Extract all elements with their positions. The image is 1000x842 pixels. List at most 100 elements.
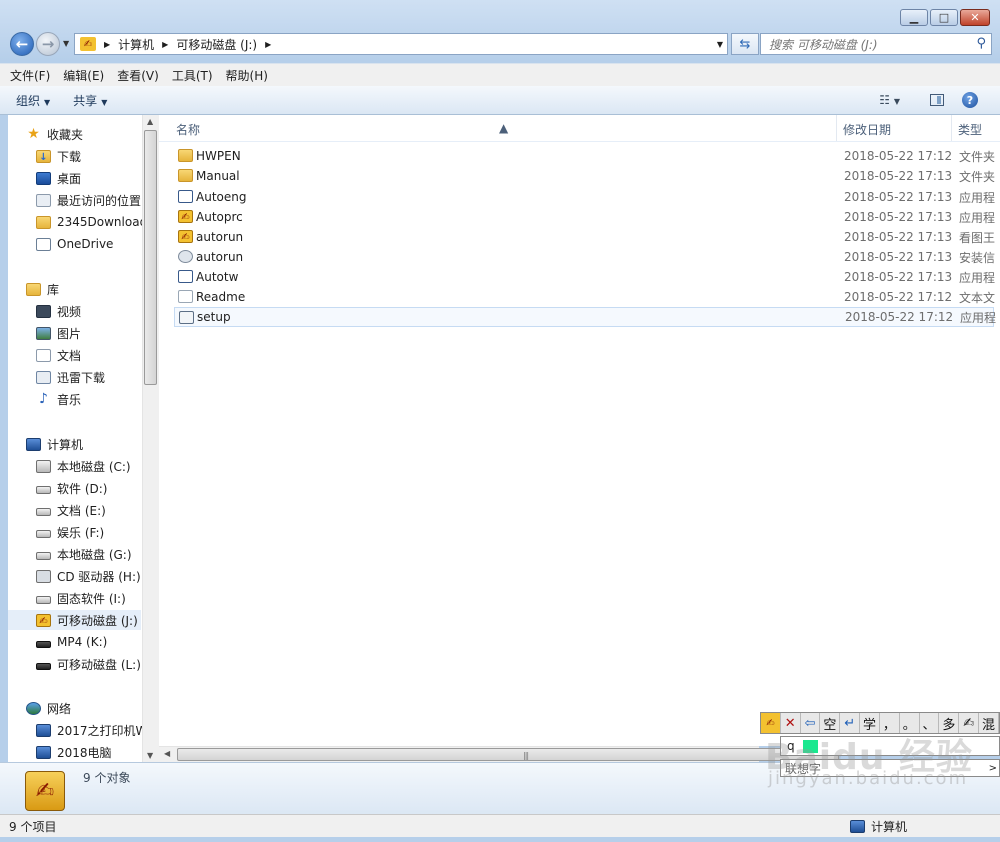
menu-edit[interactable]: 编辑(E) [63,67,104,84]
nav-item-drive-h[interactable]: CD 驱动器 (H:) I [36,566,148,586]
nav-item-pictures[interactable]: 图片 [36,323,81,343]
nav-item-onedrive[interactable]: OneDrive [36,234,113,254]
computer-icon [26,437,41,451]
nav-libraries[interactable]: 库 [26,279,59,299]
file-date: 2018-05-22 17:13 [844,230,953,244]
status-bar: 9 个项目 计算机 [0,814,1000,837]
horizontal-scrollbar[interactable]: ◀ ||| [159,746,839,763]
network-computer-icon [36,723,51,737]
breadcrumb-drive-j[interactable]: 可移动磁盘 (J:) [176,36,257,53]
preview-pane-icon[interactable] [930,94,944,106]
menu-file[interactable]: 文件(F) [10,67,50,84]
column-divider[interactable] [836,115,837,141]
column-name[interactable]: 名称 [176,121,200,138]
breadcrumb-chevron-icon[interactable]: ▶ [265,40,271,49]
nav-item-videos[interactable]: 视频 [36,301,81,321]
nav-item-downloads[interactable]: ↓ 下载 [36,146,81,166]
address-bar[interactable]: ✍ ▶ 计算机 ▶ 可移动磁盘 (J:) ▶ ▼ [74,33,728,55]
sort-ascending-icon: ▲ [499,121,509,135]
hard-drive-icon [36,596,51,604]
file-row[interactable]: ✍ autorun 2018-05-22 17:13 看图王 [174,227,995,247]
nav-item-drive-e[interactable]: 文档 (E:) [36,500,106,520]
search-box[interactable]: ⚲ [760,33,992,55]
nav-label: 库 [47,282,60,297]
nav-item-drive-g[interactable]: 本地磁盘 (G:) [36,544,132,564]
column-date[interactable]: 修改日期 [843,121,891,138]
forward-button[interactable]: → [36,32,60,56]
file-date: 2018-05-22 17:13 [844,270,953,284]
nav-item-drive-l[interactable]: 可移动磁盘 (L:) [36,654,141,674]
nav-item-drive-d[interactable]: 软件 (D:) [36,478,107,498]
file-row[interactable]: Manual 2018-05-22 17:13 文件夹 [174,166,995,186]
breadcrumb-computer[interactable]: 计算机 [118,36,154,53]
menu-help[interactable]: 帮助(H) [226,67,268,84]
back-button[interactable]: ← [10,32,34,56]
nav-item-network-pc-1[interactable]: 2017之打印机W [36,720,147,740]
nav-item-documents[interactable]: 文档 [36,345,81,365]
scroll-down-icon[interactable]: ▼ [147,751,153,760]
scroll-left-icon[interactable]: ◀ [164,749,170,758]
nav-item-desktop[interactable]: 桌面 [36,168,81,188]
file-row[interactable]: autorun 2018-05-22 17:13 安装信 [174,247,996,267]
breadcrumb-chevron-icon[interactable]: ▶ [104,40,110,49]
nav-item-drive-j[interactable]: ✍ 可移动磁盘 (J:) [8,610,141,630]
minimize-button[interactable]: ▁ [900,9,928,26]
nav-label: 下载 [57,149,82,164]
computer-icon [850,820,865,833]
organize-label: 组织 [16,93,41,108]
scrollbar-thumb[interactable]: ||| [177,748,839,761]
nav-item-thunder[interactable]: 迅雷下载 [36,367,105,387]
scrollbar-thumb[interactable] [144,130,157,385]
recent-pages-dropdown-icon[interactable]: ▼ [63,39,69,48]
scroll-up-icon[interactable]: ▲ [147,117,153,126]
nav-computer[interactable]: 计算机 [26,434,83,454]
nav-item-drive-f[interactable]: 娱乐 (F:) [36,522,104,542]
column-type[interactable]: 类型 [958,121,982,138]
file-date: 2018-05-22 17:13 [844,210,953,224]
nav-label: 文档 [57,348,82,363]
address-dropdown-icon[interactable]: ▼ [717,40,723,49]
breadcrumb-chevron-icon[interactable]: ▶ [162,40,168,49]
file-row[interactable]: Autoeng 2018-05-22 17:13 应用程 [174,187,995,207]
nav-item-2345download[interactable]: 2345Download [36,212,147,232]
close-button[interactable]: ✕ [960,9,990,26]
file-row[interactable]: ✍ Autoprc 2018-05-22 17:13 应用程 [174,207,995,227]
file-type: 文本文 [959,290,996,305]
column-divider[interactable] [951,115,952,141]
refresh-button[interactable]: ⇆ [731,33,759,55]
text-file-icon [178,290,193,303]
file-row[interactable]: Readme 2018-05-22 17:12 文本文 [174,287,996,307]
file-type: 安装信 [959,250,996,265]
nav-favorites[interactable]: ★ 收藏夹 [26,124,83,144]
selection-count: 9 个对象 [83,771,131,785]
file-row[interactable]: Autotw 2018-05-22 17:13 应用程 [174,267,995,287]
file-date: 2018-05-22 17:12 [844,290,953,304]
share-button[interactable]: 共享 ▼ [73,92,107,109]
organize-button[interactable]: 组织 ▼ [16,92,50,109]
chevron-right-icon[interactable]: > [989,763,997,774]
nav-item-network-pc-2[interactable]: 2018电脑 [36,742,112,762]
file-name: HWPEN [196,149,241,163]
nav-item-drive-i[interactable]: 固态软件 (I:) [36,588,126,608]
file-name: Autoprc [196,210,243,224]
nav-item-recent[interactable]: 最近访问的位置 [36,190,141,210]
help-icon[interactable]: ? [962,92,978,108]
star-icon: ★ [27,125,40,142]
ime-mixed-button[interactable]: 混 [979,713,999,733]
search-icon[interactable]: ⚲ [976,36,986,51]
file-row[interactable]: HWPEN 2018-05-22 17:12 文件夹 [174,146,995,166]
menu-view[interactable]: 查看(V) [117,67,159,84]
file-name: autorun [196,230,244,244]
maximize-button[interactable]: □ [930,9,958,26]
nav-network[interactable]: 网络 [26,698,71,718]
removable-drive-icon [36,662,51,670]
hard-drive-icon [36,486,51,494]
navigation-scrollbar[interactable]: ▲ ▼ [142,115,159,762]
nav-item-drive-k[interactable]: MP4 (K:) [36,632,107,652]
nav-item-drive-c[interactable]: 本地磁盘 (C:) [36,456,131,476]
change-view-button[interactable]: ☷ ▼ [879,93,900,107]
search-input[interactable] [767,35,971,55]
file-row-selected[interactable]: setup 2018-05-22 17:12 应用程 [174,307,996,327]
nav-item-music[interactable]: ♪ 音乐 [36,389,81,409]
menu-tools[interactable]: 工具(T) [172,67,213,84]
